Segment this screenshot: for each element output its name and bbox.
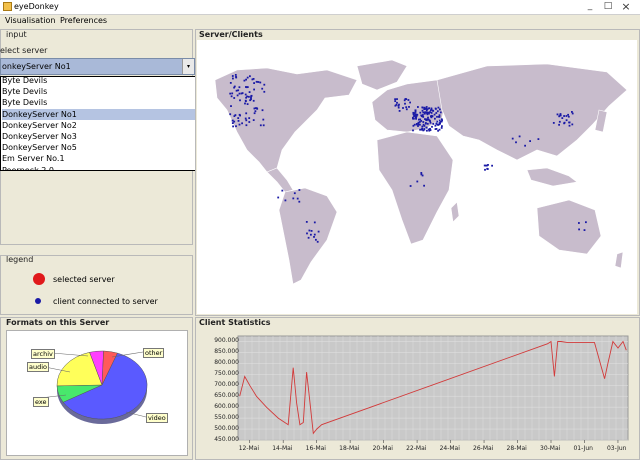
client-stats-chart bbox=[237, 335, 629, 443]
x-tick-label: 14-Mai bbox=[272, 445, 293, 452]
x-tick-label: 03-Jun bbox=[606, 445, 627, 452]
x-tick-label: 26-Mai bbox=[473, 445, 494, 452]
y-tick-label: 750.000 bbox=[214, 370, 239, 378]
x-tick-label: 24-Mai bbox=[439, 445, 460, 452]
y-tick-label: 550.000 bbox=[214, 414, 239, 422]
x-tick-label: 30-Mai bbox=[540, 445, 561, 452]
y-tick-label: 450.000 bbox=[214, 436, 239, 443]
x-tick-label: 22-Mai bbox=[406, 445, 427, 452]
x-tick-label: 28-Mai bbox=[506, 445, 527, 452]
x-tick-label: 16-Mai bbox=[305, 445, 326, 452]
y-tick-label: 600.000 bbox=[214, 403, 239, 411]
x-tick-label: 12-Mai bbox=[238, 445, 260, 452]
y-tick-label: 850.000 bbox=[214, 348, 239, 356]
y-tick-label: 700.000 bbox=[214, 381, 239, 389]
x-tick-label: 01-Jun bbox=[573, 445, 593, 452]
y-tick-label: 900.000 bbox=[214, 337, 239, 345]
x-tick-label: 20-Mai bbox=[372, 445, 393, 452]
plot-area bbox=[237, 335, 629, 441]
y-tick-label: 650.000 bbox=[214, 392, 239, 400]
y-tick-label: 500.000 bbox=[214, 425, 239, 433]
y-tick-label: 800.000 bbox=[214, 359, 239, 367]
x-tick-label: 18-Mai bbox=[339, 445, 360, 452]
